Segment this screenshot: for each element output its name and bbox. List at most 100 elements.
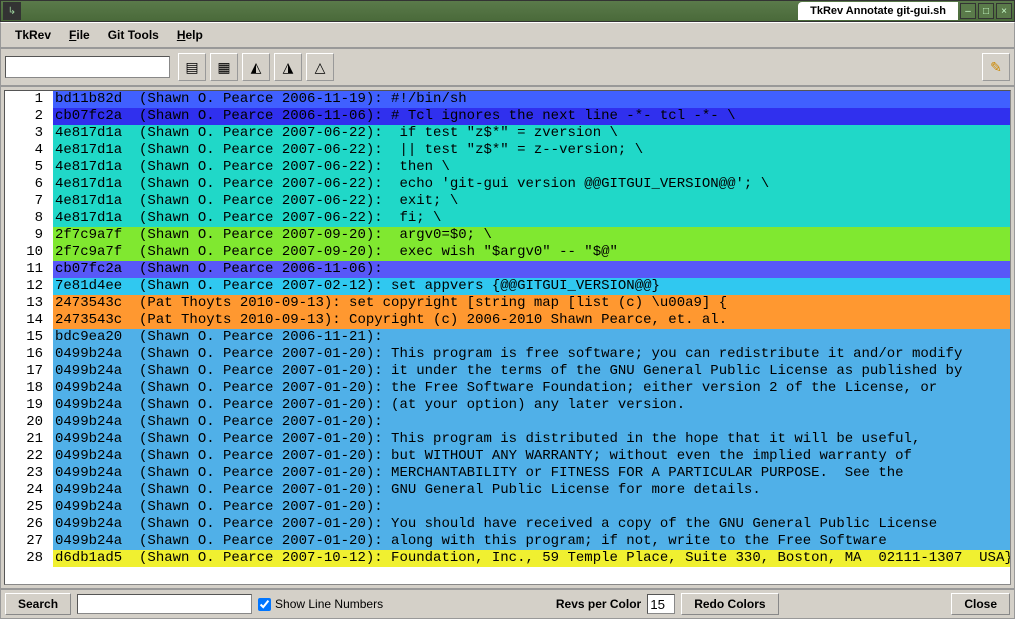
code-line[interactable]: 190499b24a (Shawn O. Pearce 2007-01-20):… bbox=[5, 397, 1010, 414]
line-number: 5 bbox=[5, 159, 53, 176]
code-line[interactable]: 54e817d1a (Shawn O. Pearce 2007-06-22): … bbox=[5, 159, 1010, 176]
code-line[interactable]: 270499b24a (Shawn O. Pearce 2007-01-20):… bbox=[5, 533, 1010, 550]
code-line[interactable]: 1bd11b82d (Shawn O. Pearce 2006-11-19): … bbox=[5, 91, 1010, 108]
line-content: cb07fc2a (Shawn O. Pearce 2006-11-06): #… bbox=[53, 108, 1010, 125]
redo-colors-button[interactable]: Redo Colors bbox=[681, 593, 778, 615]
code-line[interactable]: 127e81d4ee (Shawn O. Pearce 2007-02-12):… bbox=[5, 278, 1010, 295]
code-line[interactable]: 260499b24a (Shawn O. Pearce 2007-01-20):… bbox=[5, 516, 1010, 533]
search-input[interactable] bbox=[77, 594, 252, 614]
code-line[interactable]: 84e817d1a (Shawn O. Pearce 2007-06-22): … bbox=[5, 210, 1010, 227]
code-line[interactable]: 102f7c9a7f (Shawn O. Pearce 2007-09-20):… bbox=[5, 244, 1010, 261]
line-number: 9 bbox=[5, 227, 53, 244]
line-number: 25 bbox=[5, 499, 53, 516]
revs-per-color-input[interactable] bbox=[647, 594, 675, 614]
menu-tkrev[interactable]: TkRev bbox=[7, 26, 59, 44]
line-content: 0499b24a (Shawn O. Pearce 2007-01-20): a… bbox=[53, 533, 1010, 550]
toolbar: ▤ ▦ ◭ ◮ △ ✎ bbox=[0, 48, 1015, 86]
tri-red-icon: ◮ bbox=[283, 59, 294, 76]
line-number: 4 bbox=[5, 142, 53, 159]
code-line[interactable]: 132473543c (Pat Thoyts 2010-09-13): set … bbox=[5, 295, 1010, 312]
code-line[interactable]: 250499b24a (Shawn O. Pearce 2007-01-20): bbox=[5, 499, 1010, 516]
line-content: 0499b24a (Shawn O. Pearce 2007-01-20): (… bbox=[53, 397, 1010, 414]
line-content: 4e817d1a (Shawn O. Pearce 2007-06-22): |… bbox=[53, 142, 1010, 159]
code-line[interactable]: 240499b24a (Shawn O. Pearce 2007-01-20):… bbox=[5, 482, 1010, 499]
line-number: 28 bbox=[5, 550, 53, 567]
code-line[interactable]: 230499b24a (Shawn O. Pearce 2007-01-20):… bbox=[5, 465, 1010, 482]
line-number: 12 bbox=[5, 278, 53, 295]
search-button[interactable]: Search bbox=[5, 593, 71, 615]
doc1-icon: ▤ bbox=[185, 59, 198, 76]
code-line[interactable]: 200499b24a (Shawn O. Pearce 2007-01-20): bbox=[5, 414, 1010, 431]
close-window-button[interactable]: × bbox=[996, 3, 1012, 19]
doc2-icon-button[interactable]: ▦ bbox=[210, 53, 238, 81]
line-content: 4e817d1a (Shawn O. Pearce 2007-06-22): e… bbox=[53, 176, 1010, 193]
line-content: 0499b24a (Shawn O. Pearce 2007-01-20): M… bbox=[53, 465, 1010, 482]
tri-outline-icon-button[interactable]: △ bbox=[306, 53, 334, 81]
line-content: 0499b24a (Shawn O. Pearce 2007-01-20): bbox=[53, 499, 1010, 516]
close-button[interactable]: Close bbox=[951, 593, 1010, 615]
line-content: d6db1ad5 (Shawn O. Pearce 2007-10-12): F… bbox=[53, 550, 1011, 567]
line-content: 0499b24a (Shawn O. Pearce 2007-01-20): Y… bbox=[53, 516, 1010, 533]
line-number: 13 bbox=[5, 295, 53, 312]
code-line[interactable]: 64e817d1a (Shawn O. Pearce 2007-06-22): … bbox=[5, 176, 1010, 193]
line-number: 11 bbox=[5, 261, 53, 278]
code-line[interactable]: 15bdc9ea20 (Shawn O. Pearce 2006-11-21): bbox=[5, 329, 1010, 346]
bottom-bar: Search Show Line Numbers Revs per Color … bbox=[0, 589, 1015, 619]
line-number: 19 bbox=[5, 397, 53, 414]
tri-red-icon-button[interactable]: ◮ bbox=[274, 53, 302, 81]
code-line[interactable]: 170499b24a (Shawn O. Pearce 2007-01-20):… bbox=[5, 363, 1010, 380]
code-line[interactable]: 180499b24a (Shawn O. Pearce 2007-01-20):… bbox=[5, 380, 1010, 397]
line-content: 0499b24a (Shawn O. Pearce 2007-01-20): T… bbox=[53, 431, 1010, 448]
code-line[interactable]: 220499b24a (Shawn O. Pearce 2007-01-20):… bbox=[5, 448, 1010, 465]
code-line[interactable]: 11cb07fc2a (Shawn O. Pearce 2006-11-06): bbox=[5, 261, 1010, 278]
line-number: 23 bbox=[5, 465, 53, 482]
code-line[interactable]: 44e817d1a (Shawn O. Pearce 2007-06-22): … bbox=[5, 142, 1010, 159]
code-line[interactable]: 210499b24a (Shawn O. Pearce 2007-01-20):… bbox=[5, 431, 1010, 448]
line-content: 2f7c9a7f (Shawn O. Pearce 2007-09-20): e… bbox=[53, 244, 1010, 261]
code-line[interactable]: 92f7c9a7f (Shawn O. Pearce 2007-09-20): … bbox=[5, 227, 1010, 244]
minimize-button[interactable]: – bbox=[960, 3, 976, 19]
code-line[interactable]: 74e817d1a (Shawn O. Pearce 2007-06-22): … bbox=[5, 193, 1010, 210]
line-number: 18 bbox=[5, 380, 53, 397]
doc1-icon-button[interactable]: ▤ bbox=[178, 53, 206, 81]
tri-outline-icon: △ bbox=[315, 59, 326, 76]
line-content: 4e817d1a (Shawn O. Pearce 2007-06-22): e… bbox=[53, 193, 1010, 210]
menu-git-tools[interactable]: Git Tools bbox=[100, 26, 167, 44]
window-title: TkRev Annotate git-gui.sh bbox=[798, 2, 958, 20]
line-content: 2473543c (Pat Thoyts 2010-09-13): set co… bbox=[53, 295, 1010, 312]
tri-blue-icon-button[interactable]: ◭ bbox=[242, 53, 270, 81]
line-content: 0499b24a (Shawn O. Pearce 2007-01-20): G… bbox=[53, 482, 1010, 499]
show-line-numbers-checkbox[interactable] bbox=[258, 598, 271, 611]
code-line[interactable]: 34e817d1a (Shawn O. Pearce 2007-06-22): … bbox=[5, 125, 1010, 142]
code-line[interactable]: 160499b24a (Shawn O. Pearce 2007-01-20):… bbox=[5, 346, 1010, 363]
app-icon: ↳ bbox=[3, 2, 21, 20]
line-number: 24 bbox=[5, 482, 53, 499]
annotate-view[interactable]: 1bd11b82d (Shawn O. Pearce 2006-11-19): … bbox=[4, 90, 1011, 585]
revs-per-color-label: Revs per Color bbox=[556, 597, 641, 611]
line-number: 22 bbox=[5, 448, 53, 465]
line-content: 7e81d4ee (Shawn O. Pearce 2007-02-12): s… bbox=[53, 278, 1010, 295]
line-number: 3 bbox=[5, 125, 53, 142]
code-line[interactable]: 142473543c (Pat Thoyts 2010-09-13): Copy… bbox=[5, 312, 1010, 329]
line-number: 7 bbox=[5, 193, 53, 210]
line-content: cb07fc2a (Shawn O. Pearce 2006-11-06): bbox=[53, 261, 1010, 278]
code-line[interactable]: 28d6db1ad5 (Shawn O. Pearce 2007-10-12):… bbox=[5, 550, 1010, 567]
line-content: 4e817d1a (Shawn O. Pearce 2007-06-22): f… bbox=[53, 210, 1010, 227]
line-content: 2473543c (Pat Thoyts 2010-09-13): Copyri… bbox=[53, 312, 1010, 329]
tri-blue-icon: ◭ bbox=[251, 59, 262, 76]
line-number: 20 bbox=[5, 414, 53, 431]
line-content: 0499b24a (Shawn O. Pearce 2007-01-20): i… bbox=[53, 363, 1010, 380]
line-number: 8 bbox=[5, 210, 53, 227]
line-content: 0499b24a (Shawn O. Pearce 2007-01-20): b… bbox=[53, 448, 1010, 465]
folder-edit-button[interactable]: ✎ bbox=[982, 53, 1010, 81]
toolbar-search-input[interactable] bbox=[5, 56, 170, 78]
line-content: bdc9ea20 (Shawn O. Pearce 2006-11-21): bbox=[53, 329, 1010, 346]
line-number: 17 bbox=[5, 363, 53, 380]
show-line-numbers-toggle[interactable]: Show Line Numbers bbox=[258, 597, 383, 611]
code-line[interactable]: 2cb07fc2a (Shawn O. Pearce 2006-11-06): … bbox=[5, 108, 1010, 125]
maximize-button[interactable]: □ bbox=[978, 3, 994, 19]
line-content: 2f7c9a7f (Shawn O. Pearce 2007-09-20): a… bbox=[53, 227, 1010, 244]
line-number: 6 bbox=[5, 176, 53, 193]
menu-help[interactable]: Help bbox=[169, 26, 211, 44]
menu-file[interactable]: File bbox=[61, 26, 98, 44]
